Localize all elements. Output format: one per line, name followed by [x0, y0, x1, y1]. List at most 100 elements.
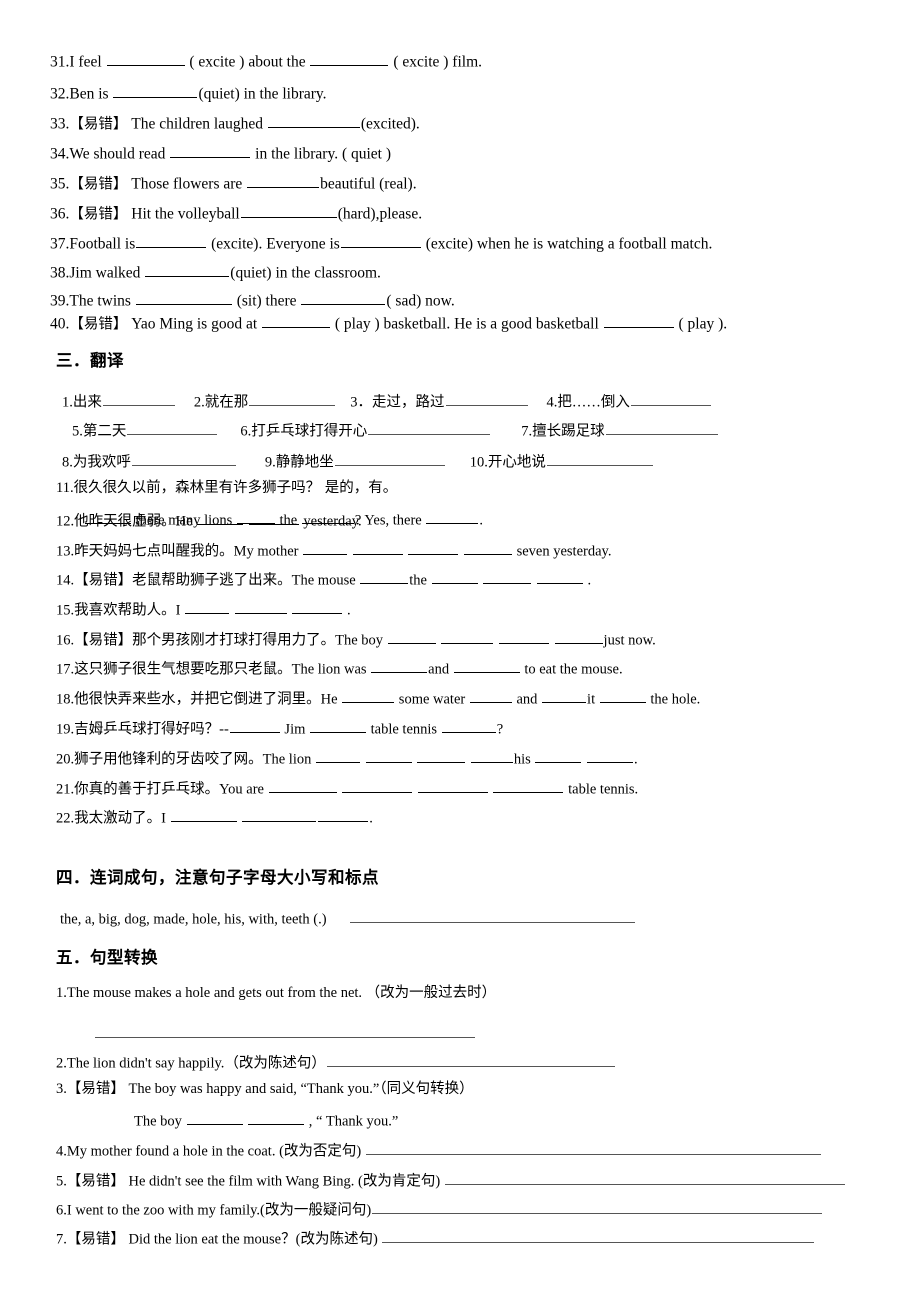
word-order-item: the, a, big, dog, made, hole, his, with,…	[60, 909, 636, 927]
answer-blank[interactable]	[470, 749, 513, 764]
answer-blank[interactable]	[408, 541, 459, 556]
answer-blank[interactable]	[417, 779, 488, 794]
answer-blank[interactable]	[262, 313, 331, 329]
answer-blank[interactable]	[197, 511, 244, 526]
text-run: 10.	[469, 454, 488, 471]
text-run	[361, 751, 365, 767]
text-run: some water	[395, 691, 469, 708]
answer-blank[interactable]	[292, 600, 343, 615]
answer-blank[interactable]	[536, 570, 583, 585]
text-run: 2.	[56, 1055, 67, 1072]
answer-blank[interactable]	[469, 689, 512, 704]
answer-blank[interactable]	[493, 779, 564, 794]
answer-blank[interactable]	[360, 570, 409, 585]
answer-blank[interactable]	[599, 689, 646, 704]
text-run: Jim	[280, 721, 309, 738]
answer-blank[interactable]	[498, 630, 549, 645]
answer-blank[interactable]	[318, 808, 369, 823]
answer-blank[interactable]	[630, 392, 711, 407]
text-run	[413, 781, 417, 797]
answer-blank[interactable]	[365, 1141, 821, 1156]
text-run: 你真的善于打乒乓球。	[74, 781, 220, 798]
answer-blank[interactable]	[444, 1171, 845, 1186]
answer-blank[interactable]	[441, 719, 496, 734]
text-run: 7.	[56, 1231, 67, 1248]
text-run: Ben is	[69, 85, 113, 103]
text-run: He	[175, 513, 197, 530]
answer-blank[interactable]	[247, 173, 320, 189]
answer-blank[interactable]	[135, 290, 232, 306]
text-run	[550, 632, 554, 648]
answer-blank[interactable]	[127, 421, 218, 436]
text-run: just now.	[603, 632, 656, 649]
answer-blank[interactable]	[453, 659, 520, 674]
answer-blank[interactable]	[372, 1200, 823, 1215]
answer-blank[interactable]	[240, 203, 337, 219]
answer-blank[interactable]	[185, 600, 230, 615]
answer-blank[interactable]	[463, 541, 512, 556]
answer-blank[interactable]	[102, 392, 175, 407]
answer-blank[interactable]	[334, 452, 445, 467]
answer-blank[interactable]	[248, 1111, 305, 1126]
answer-blank[interactable]	[186, 1111, 243, 1126]
answer-blank[interactable]	[249, 392, 336, 407]
answer-blank[interactable]	[587, 749, 634, 764]
answer-blank[interactable]	[382, 1229, 815, 1244]
answer-blank[interactable]	[546, 452, 653, 467]
answer-blank[interactable]	[445, 392, 528, 407]
answer-blank[interactable]	[554, 630, 603, 645]
text-run: 开心地说	[487, 454, 546, 471]
answer-blank[interactable]	[342, 779, 413, 794]
answer-blank[interactable]	[349, 909, 635, 924]
answer-blank[interactable]	[131, 452, 236, 467]
answer-blank[interactable]	[170, 808, 237, 823]
text-run: 31.	[50, 53, 70, 71]
answer-blank[interactable]	[441, 630, 494, 645]
text-run: 改为否定句	[283, 1143, 357, 1160]
answer-blank[interactable]	[605, 421, 718, 436]
text-run: 1.	[56, 985, 67, 1001]
answer-blank[interactable]	[542, 689, 587, 704]
answer-blank[interactable]	[268, 779, 337, 794]
answer-blank[interactable]	[248, 511, 299, 526]
text-run: ( play ) basketball. He is a good basket…	[331, 315, 603, 333]
answer-blank[interactable]	[603, 313, 674, 329]
text-run: The boy	[134, 1113, 186, 1130]
text-run: 19.	[56, 721, 75, 738]
answer-blank[interactable]	[267, 113, 360, 129]
answer-blank[interactable]	[326, 1053, 615, 1068]
answer-blank[interactable]	[310, 719, 366, 734]
answer-blank[interactable]	[229, 719, 280, 734]
answer-blank[interactable]	[310, 51, 389, 67]
answer-blank[interactable]	[535, 749, 582, 764]
answer-blank[interactable]	[136, 233, 207, 249]
answer-blank[interactable]	[340, 233, 421, 249]
answer-blank[interactable]	[315, 749, 360, 764]
answer-blank[interactable]	[431, 570, 478, 585]
answer-blank[interactable]	[371, 659, 428, 674]
answer-blank[interactable]	[483, 570, 532, 585]
answer-blank[interactable]	[145, 262, 230, 278]
answer-blank[interactable]	[342, 689, 395, 704]
answer-blank[interactable]	[365, 749, 412, 764]
answer-blank[interactable]	[387, 630, 436, 645]
text-run	[494, 632, 498, 648]
answer-blank[interactable]	[301, 290, 386, 306]
answer-blank[interactable]	[303, 541, 348, 556]
answer-blank[interactable]	[170, 143, 251, 159]
text-run: Yao Ming is good at	[127, 315, 262, 333]
answer-blank[interactable]	[352, 541, 403, 556]
text-run: 17.	[56, 661, 75, 678]
answer-blank[interactable]	[426, 510, 479, 525]
answer-blank[interactable]	[95, 1024, 475, 1039]
answer-blank[interactable]	[234, 600, 287, 615]
answer-blank[interactable]	[368, 421, 491, 436]
translation-sentence-row: 22.我太激动了。I .	[56, 808, 373, 826]
answer-blank[interactable]	[242, 808, 317, 823]
answer-blank[interactable]	[417, 749, 466, 764]
answer-blank[interactable]	[106, 51, 185, 67]
text-run: 11.	[56, 480, 74, 496]
answer-blank[interactable]	[113, 83, 198, 99]
text-run: 【易错】	[69, 206, 128, 223]
text-run: 37.	[50, 235, 70, 253]
